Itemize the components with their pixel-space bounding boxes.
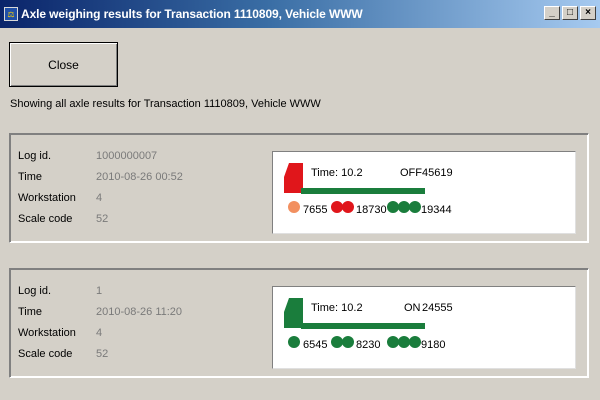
truck-chassis bbox=[301, 323, 425, 329]
time-reading: Time: 10.2 bbox=[311, 302, 363, 314]
axle-wheel bbox=[398, 336, 410, 348]
vehicle-axle-graphic: Time: 10.2 OFF 45619 7655 18730 19344 bbox=[272, 151, 576, 234]
scale-code-value: 52 bbox=[96, 348, 109, 360]
total-weight: 45619 bbox=[422, 167, 453, 179]
workstation-label: Workstation bbox=[18, 192, 76, 204]
status-text: OFF bbox=[400, 167, 422, 179]
time-label: Time bbox=[18, 171, 43, 183]
close-button[interactable]: Close bbox=[9, 42, 118, 87]
axle-wheel bbox=[387, 201, 399, 213]
axle-wheel bbox=[342, 201, 354, 213]
window-controls: _ □ × bbox=[544, 6, 596, 20]
axle-wheel bbox=[409, 336, 421, 348]
truck-cab bbox=[284, 298, 303, 328]
time-value: 2010-08-26 00:52 bbox=[96, 171, 183, 183]
axle-wheel bbox=[387, 336, 399, 348]
axle-wheel bbox=[342, 336, 354, 348]
vehicle-axle-graphic: Time: 10.2 ON 24555 6545 8230 9180 bbox=[272, 286, 576, 369]
axle-result-group: Log id. 1000000007 Time 2010-08-26 00:52… bbox=[9, 133, 589, 243]
axle-wheel bbox=[288, 336, 300, 348]
axle-group-weight: 8230 bbox=[356, 339, 381, 351]
scale-code-label: Scale code bbox=[18, 213, 73, 225]
workstation-value: 4 bbox=[96, 327, 103, 339]
log-id-label: Log id. bbox=[18, 285, 52, 297]
time-label: Time bbox=[18, 306, 43, 318]
status-text: ON bbox=[404, 302, 421, 314]
truck-diagram bbox=[284, 163, 425, 213]
axle-wheel bbox=[331, 201, 343, 213]
axle-group-weight: 18730 bbox=[356, 204, 387, 216]
log-id-value: 1 bbox=[96, 285, 103, 297]
minimize-button[interactable]: _ bbox=[544, 6, 560, 20]
truck-cab bbox=[284, 163, 303, 193]
time-reading: Time: 10.2 bbox=[311, 167, 363, 179]
axle-group-weight: 9180 bbox=[421, 339, 446, 351]
axle-group-weight: 7655 bbox=[303, 204, 328, 216]
info-text: Showing all axle results for Transaction… bbox=[10, 98, 321, 110]
workstation-value: 4 bbox=[96, 192, 103, 204]
axle-group-weight: 6545 bbox=[303, 339, 328, 351]
axle-wheel bbox=[288, 201, 300, 213]
title-bar[interactable]: ⚖ Axle weighing results for Transaction … bbox=[0, 0, 600, 28]
time-value: 2010-08-26 11:20 bbox=[96, 306, 183, 318]
axle-wheel bbox=[398, 201, 410, 213]
log-id-value: 1000000007 bbox=[96, 150, 158, 162]
axle-result-group: Log id. 1 Time 2010-08-26 11:20 Workstat… bbox=[9, 268, 589, 378]
axle-wheel bbox=[331, 336, 343, 348]
total-weight: 24555 bbox=[422, 302, 453, 314]
close-window-button[interactable]: × bbox=[580, 6, 596, 20]
scale-code-label: Scale code bbox=[18, 348, 73, 360]
workstation-label: Workstation bbox=[18, 327, 76, 339]
axle-wheel bbox=[409, 201, 421, 213]
log-id-label: Log id. bbox=[18, 150, 52, 162]
app-scale-icon: ⚖ bbox=[4, 7, 18, 21]
window-title: Axle weighing results for Transaction 11… bbox=[21, 7, 363, 21]
truck-chassis bbox=[301, 188, 425, 194]
maximize-button[interactable]: □ bbox=[562, 6, 578, 20]
scale-code-value: 52 bbox=[96, 213, 109, 225]
axle-group-weight: 19344 bbox=[421, 204, 452, 216]
truck-diagram bbox=[284, 298, 425, 348]
